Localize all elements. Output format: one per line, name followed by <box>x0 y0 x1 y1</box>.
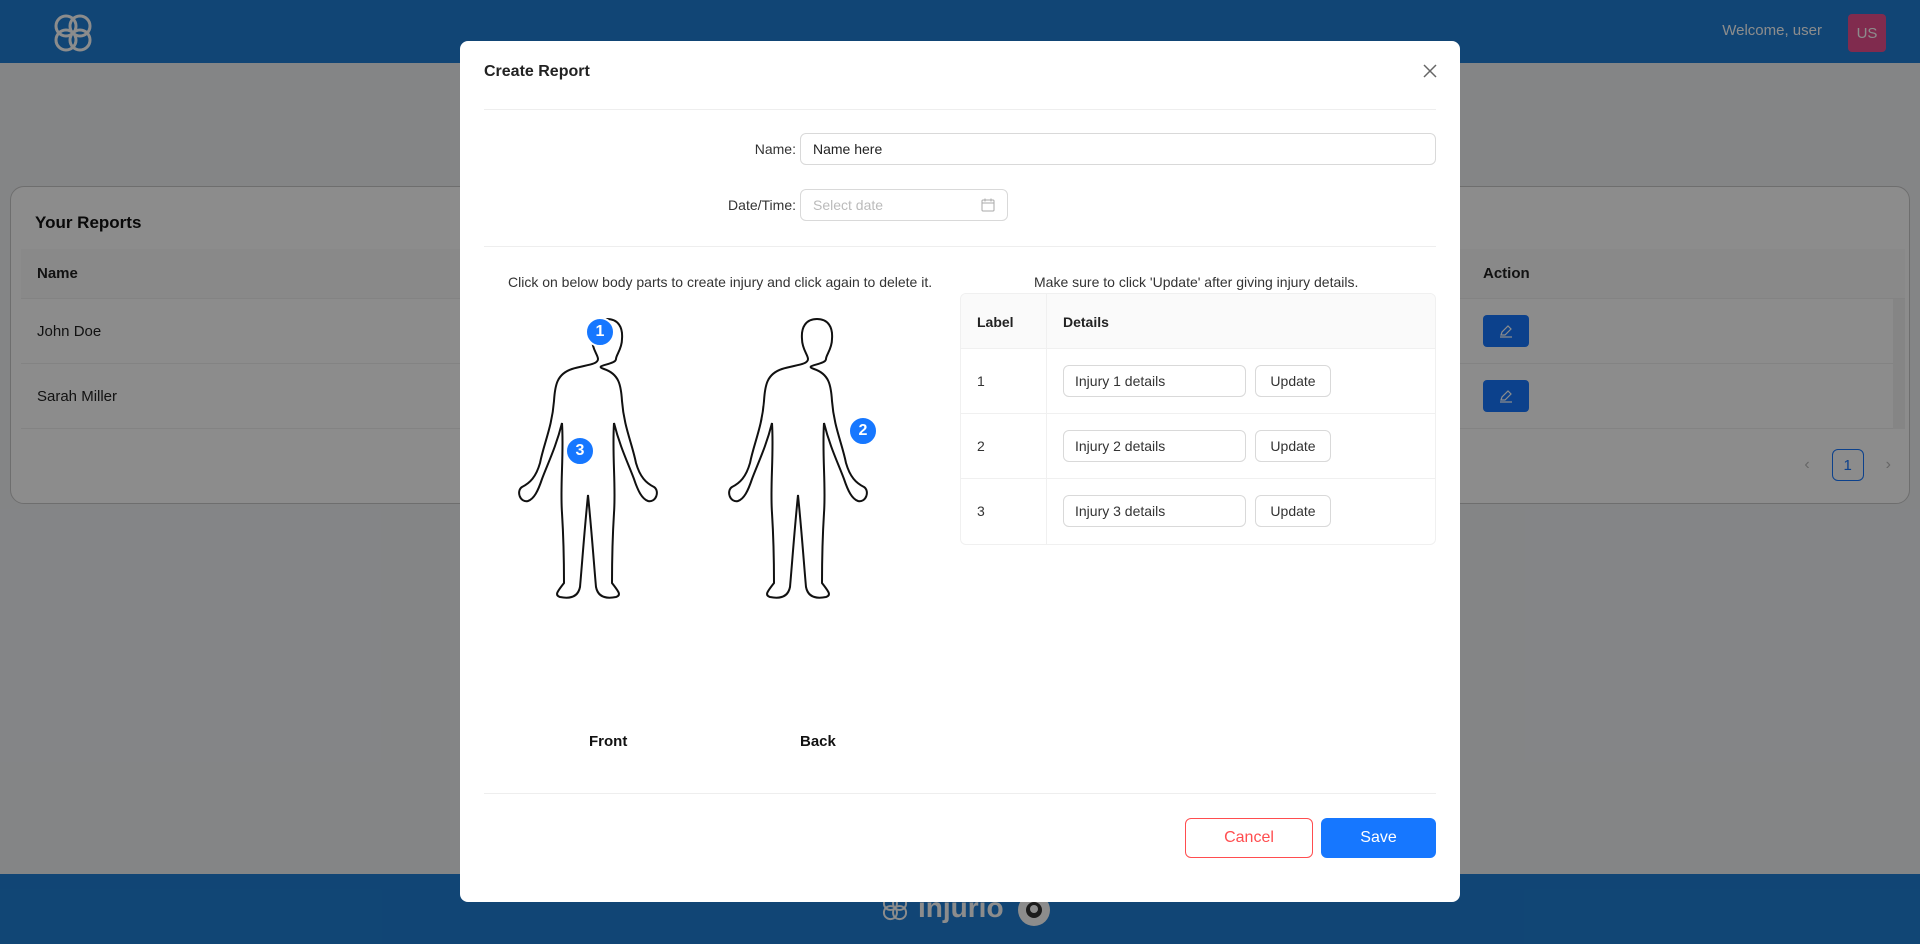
update-button[interactable]: Update <box>1255 495 1331 527</box>
close-button[interactable] <box>1418 59 1442 83</box>
cancel-button[interactable]: Cancel <box>1185 818 1313 858</box>
back-body-figure[interactable] <box>722 315 912 601</box>
table-row: 3 Update <box>961 479 1435 544</box>
injury-marker-2[interactable]: 2 <box>848 416 878 446</box>
create-report-modal: Create Report Name: Date/Time: Select da… <box>460 41 1460 902</box>
injury-label: 1 <box>977 373 985 389</box>
date-label: Date/Time: <box>728 197 796 213</box>
injury-details-input[interactable] <box>1063 430 1246 462</box>
update-button[interactable]: Update <box>1255 430 1331 462</box>
column-header-details: Details <box>1063 314 1109 330</box>
back-label: Back <box>800 733 836 750</box>
front-label: Front <box>589 733 628 750</box>
name-label: Name: <box>754 141 796 157</box>
modal-title: Create Report <box>484 63 590 80</box>
injury-table: Label Details 1 Update 2 Update 3 Update <box>960 293 1436 545</box>
injury-details-input[interactable] <box>1063 495 1246 527</box>
calendar-icon <box>981 198 995 212</box>
update-button[interactable]: Update <box>1255 365 1331 397</box>
save-button[interactable]: Save <box>1321 818 1436 858</box>
body-instruction: Click on below body parts to create inju… <box>508 274 933 290</box>
column-divider <box>1046 349 1047 413</box>
front-body-figure[interactable] <box>512 315 702 601</box>
divider <box>484 246 1436 247</box>
injury-marker-3[interactable]: 3 <box>565 436 595 466</box>
table-header: Label Details <box>961 294 1435 349</box>
injury-marker-1[interactable]: 1 <box>585 317 615 347</box>
date-picker[interactable]: Select date <box>800 189 1008 221</box>
update-instruction: Make sure to click 'Update' after giving… <box>1034 274 1359 290</box>
divider <box>484 109 1436 110</box>
name-input[interactable] <box>800 133 1436 165</box>
column-divider <box>1046 294 1047 348</box>
column-header-label: Label <box>977 314 1014 330</box>
close-icon <box>1423 64 1437 78</box>
table-row: 1 Update <box>961 349 1435 414</box>
date-placeholder: Select date <box>813 197 884 213</box>
column-divider <box>1046 414 1047 478</box>
injury-label: 3 <box>977 503 985 519</box>
column-divider <box>1046 479 1047 544</box>
injury-label: 2 <box>977 438 985 454</box>
table-row: 2 Update <box>961 414 1435 479</box>
divider <box>484 793 1436 794</box>
injury-details-input[interactable] <box>1063 365 1246 397</box>
